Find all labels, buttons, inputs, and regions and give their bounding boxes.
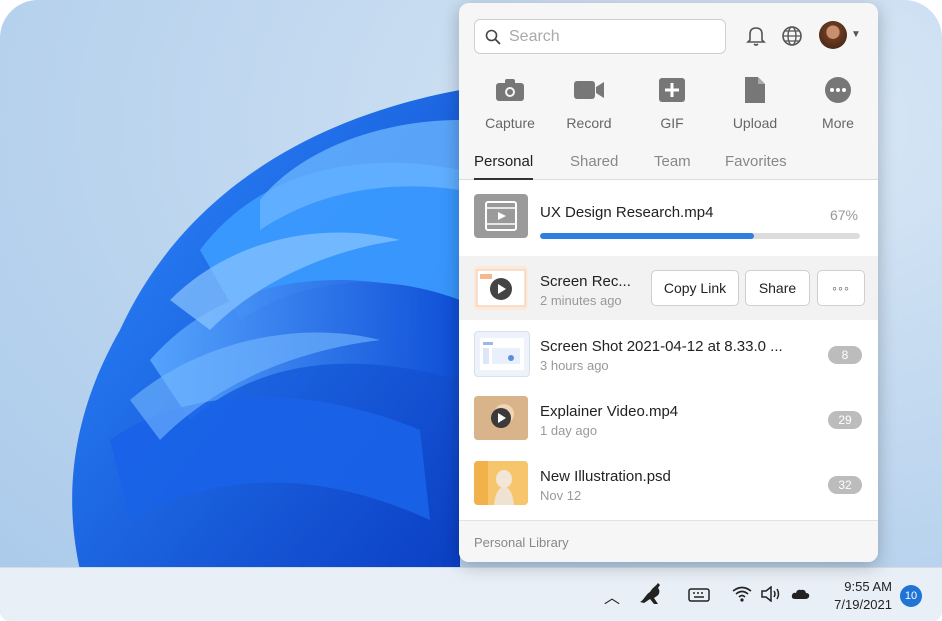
search-input[interactable] — [507, 25, 721, 49]
file-name: Screen Rec... — [540, 273, 631, 290]
record-label: Record — [566, 115, 612, 131]
volume-icon[interactable] — [760, 586, 782, 602]
gif-label: GIF — [660, 115, 684, 131]
view-count-badge: 32 — [828, 476, 862, 494]
chevron-down-icon[interactable]: ▼ — [851, 29, 861, 40]
camera-icon — [496, 79, 524, 101]
file-name: New Illustration.psd — [540, 468, 671, 485]
file-name: Explainer Video.mp4 — [540, 403, 679, 420]
video-thumbnail-image — [476, 269, 526, 307]
library-label[interactable]: Personal Library — [474, 535, 569, 550]
search-box[interactable] — [474, 19, 726, 54]
tab-bar: Personal Shared Team Favorites — [459, 149, 878, 180]
upload-label: Upload — [732, 115, 778, 131]
video-thumbnail-image — [474, 396, 528, 440]
file-name: Screen Shot 2021-04-12 at 8.33.0 ... — [540, 338, 783, 355]
file-thumbnail — [474, 194, 528, 238]
tab-personal[interactable]: Personal — [474, 153, 534, 180]
file-thumbnail — [474, 461, 528, 505]
file-thumbnail — [474, 266, 528, 310]
more-dots-icon — [825, 77, 851, 103]
clock-time: 9:55 AM — [844, 579, 892, 594]
notification-badge[interactable]: 10 — [900, 585, 922, 607]
file-list: UX Design Research.mp4 67% Screen Rec...… — [459, 180, 878, 520]
share-button[interactable]: Share — [745, 270, 810, 306]
app-panel: ▼ Capture Record — [459, 3, 878, 562]
file-thumbnail — [474, 331, 530, 377]
user-avatar[interactable] — [819, 21, 847, 49]
copy-link-button[interactable]: Copy Link — [651, 270, 739, 306]
upload-progress-bar — [540, 233, 860, 239]
file-time: 2 minutes ago — [540, 293, 622, 308]
kangaroo-app-icon[interactable] — [636, 580, 666, 606]
more-options-button[interactable]: ◦◦◦ — [817, 270, 865, 306]
clock-date: 7/19/2021 — [834, 597, 892, 612]
video-camera-icon — [574, 81, 604, 99]
capture-button[interactable]: Capture — [470, 75, 550, 131]
system-clock[interactable]: 9:55 AM 7/19/2021 — [834, 578, 892, 614]
list-item-uploading[interactable]: UX Design Research.mp4 67% — [459, 184, 878, 248]
file-time: 3 hours ago — [540, 358, 609, 373]
video-file-icon — [485, 201, 517, 231]
upload-percent: 67% — [829, 207, 858, 223]
view-count-badge: 8 — [828, 346, 862, 364]
file-time: Nov 12 — [540, 488, 582, 503]
list-item[interactable]: Screen Shot 2021-04-12 at 8.33.0 ... 3 h… — [459, 321, 878, 385]
upload-progress-fill — [540, 233, 755, 239]
panel-footer[interactable]: Personal Library — [459, 520, 878, 562]
more-label: More — [822, 115, 854, 131]
cloud-sync-icon[interactable] — [790, 586, 812, 602]
document-upload-icon — [745, 77, 765, 103]
view-count-badge: 29 — [828, 411, 862, 429]
chevron-up-icon[interactable]: ︿ — [604, 584, 620, 608]
file-thumbnail — [474, 396, 528, 440]
action-bar: Capture Record GIF Upload More — [459, 75, 878, 135]
tab-team[interactable]: Team — [654, 153, 691, 178]
illustration-thumbnail-image — [474, 461, 528, 505]
file-name: UX Design Research.mp4 — [540, 204, 714, 221]
more-button[interactable]: More — [798, 75, 878, 131]
upload-button[interactable]: Upload — [715, 75, 795, 131]
globe-icon[interactable] — [781, 25, 803, 47]
gif-plus-icon — [659, 78, 685, 102]
taskbar: ︿ 9:55 AM 7/19/2021 10 — [0, 567, 942, 621]
list-item-hovered[interactable]: Screen Rec... 2 minutes ago Copy Link Sh… — [459, 256, 878, 320]
wifi-icon[interactable] — [732, 586, 752, 602]
capture-label: Capture — [485, 115, 535, 131]
list-item[interactable]: Explainer Video.mp4 1 day ago 29 — [459, 386, 878, 450]
list-item[interactable]: New Illustration.psd Nov 12 32 — [459, 451, 878, 515]
tab-favorites[interactable]: Favorites — [725, 153, 787, 178]
tab-shared[interactable]: Shared — [570, 153, 618, 178]
screenshot-thumbnail-image — [480, 338, 524, 370]
gif-button[interactable]: GIF — [632, 75, 712, 131]
record-button[interactable]: Record — [549, 75, 629, 131]
file-time: 1 day ago — [540, 423, 598, 438]
search-icon — [485, 29, 501, 45]
keyboard-icon[interactable] — [688, 587, 710, 603]
bell-icon[interactable] — [746, 25, 766, 47]
